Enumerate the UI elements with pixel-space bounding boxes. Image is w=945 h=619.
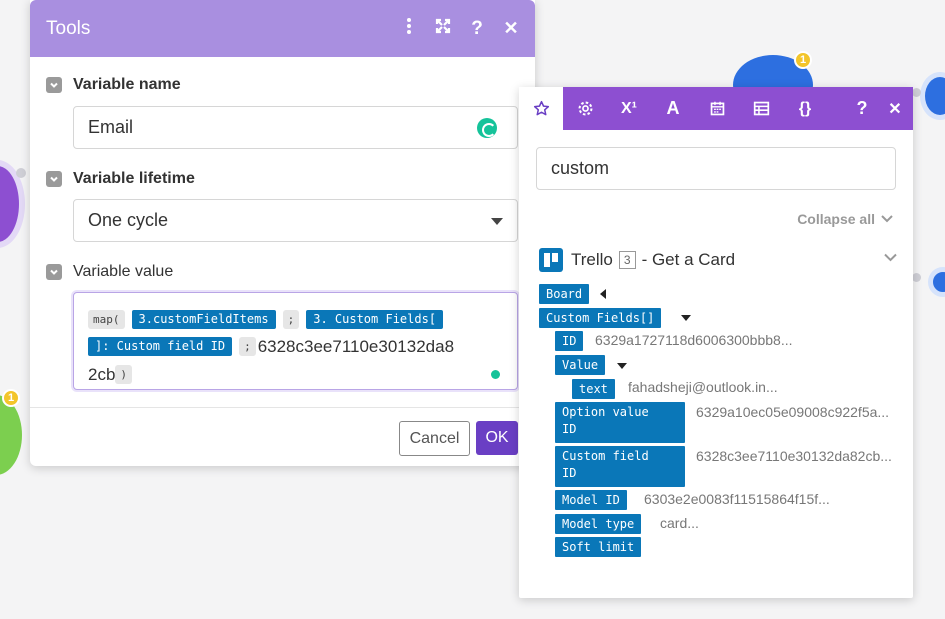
variable-name-input[interactable]: Email [73, 106, 518, 149]
item-custom-field-id[interactable]: Custom field ID [555, 446, 685, 487]
mapping-panel-tabs: X¹ A {} ? ✕ [519, 87, 913, 130]
item-custom-field-id-value: 6328c3ee7110e30132da82cb... [696, 448, 892, 464]
item-option-value-id-value: 6329a10ec05e09008c922f5a... [696, 404, 890, 420]
text-icon: A [666, 98, 680, 118]
canvas-connector-dot [912, 273, 921, 282]
tab-favorites[interactable] [519, 87, 563, 130]
caret-left-icon[interactable] [600, 289, 606, 299]
close-icon: ✕ [888, 100, 902, 118]
item-soft-limit[interactable]: Soft limit [555, 537, 642, 557]
star-icon [533, 100, 549, 116]
variable-lifetime-selected: One cycle [88, 210, 169, 230]
help-icon: ? [856, 98, 868, 118]
tools-dialog: Tools ? ✕ Variable name Email Variable l… [30, 0, 535, 466]
item-board[interactable]: Board [539, 284, 590, 304]
gear-icon [578, 101, 592, 116]
panel-help-button[interactable]: ? [847, 87, 877, 130]
ok-button[interactable]: OK [476, 421, 518, 455]
module-header-trello[interactable]: Trello 3 - Get a Card [539, 248, 897, 272]
dialog-footer-divider [30, 407, 535, 408]
variable-pill-custom-field-items[interactable]: 3.customFieldItems [131, 309, 276, 329]
caret-down-icon[interactable] [617, 363, 627, 369]
canvas-node-left-green[interactable] [0, 395, 22, 475]
variable-lifetime-select[interactable]: One cycle [73, 199, 518, 242]
item-custom-field-id-line1: Custom field [562, 449, 649, 463]
canvas-node-right[interactable] [920, 72, 945, 120]
chevron-down-icon [46, 77, 62, 93]
expand-icon[interactable] [435, 18, 451, 39]
module-number-badge: 3 [618, 251, 636, 269]
variable-value-editor[interactable]: map( 3.customFieldItems ; 3. Custom Fiel… [73, 292, 518, 390]
collapse-all-button[interactable]: Collapse all [797, 211, 893, 227]
cancel-button[interactable]: Cancel [399, 421, 470, 456]
collapse-all-label: Collapse all [797, 211, 875, 227]
calendar-icon [710, 101, 724, 116]
item-model-id-value: 6303e2e0083f11515864f15f... [644, 491, 830, 507]
canvas-connector-dot [16, 168, 26, 178]
mapping-panel: X¹ A {} ? ✕ custom Collapse all Trello 3… [519, 87, 913, 598]
table-icon [753, 101, 769, 116]
close-icon[interactable]: ✕ [503, 18, 519, 39]
item-custom-field-id-line2: ID [562, 466, 577, 480]
help-icon[interactable]: ? [469, 18, 485, 40]
item-option-value-id-line2: ID [562, 422, 577, 436]
item-value[interactable]: Value [555, 355, 606, 375]
variable-name-label: Variable name [73, 76, 181, 93]
chevron-down-icon [884, 253, 897, 262]
math-icon: X¹ [621, 99, 637, 117]
mapping-search-input[interactable]: custom [536, 147, 896, 190]
variable-value-label: Variable value [73, 263, 174, 280]
chevron-down-icon [46, 171, 62, 187]
variable-pill-custom-field-id[interactable]: ]: Custom field ID [88, 336, 233, 356]
module-name: Trello [571, 250, 613, 269]
separator-pill[interactable]: ; [239, 336, 256, 356]
canvas-node-right-small[interactable] [928, 267, 945, 297]
literal-text: 2cb [88, 364, 116, 384]
tools-dialog-header: Tools ? ✕ [30, 0, 535, 57]
tab-table[interactable] [739, 87, 783, 130]
caret-down-icon[interactable] [681, 315, 691, 321]
item-text[interactable]: text [572, 379, 615, 399]
item-model-type-value: card... [660, 515, 699, 531]
tab-settings[interactable] [563, 87, 607, 130]
more-vertical-icon[interactable] [401, 18, 417, 39]
item-text-value: fahadsheji@outlook.in... [628, 379, 778, 395]
variable-name-value: Email [88, 117, 134, 137]
grammarly-icon[interactable] [477, 118, 497, 138]
tab-json[interactable]: {} [783, 87, 827, 130]
tab-math[interactable]: X¹ [607, 87, 651, 130]
literal-text: 6328c3ee7110e30132da8 [257, 336, 455, 356]
item-model-id[interactable]: Model ID [555, 490, 627, 510]
canvas-badge-left: 1 [2, 389, 20, 407]
json-icon: {} [798, 99, 812, 117]
canvas-badge-top: 1 [794, 51, 812, 69]
separator-pill[interactable]: ; [282, 309, 300, 329]
item-option-value-id-line1: Option value [562, 405, 649, 419]
dialog-title: Tools [46, 17, 91, 39]
item-option-value-id[interactable]: Option value ID [555, 402, 685, 443]
function-pill-close[interactable]: ) [115, 364, 133, 384]
panel-close-button[interactable]: ✕ [877, 87, 913, 130]
chevron-down-icon [881, 215, 893, 223]
item-id-value: 6329a1727118d6006300bbb8... [595, 332, 793, 348]
canvas-connector-dot [912, 88, 921, 97]
module-action: - Get a Card [641, 250, 736, 269]
dropdown-caret-icon [491, 218, 503, 225]
variable-lifetime-label: Variable lifetime [73, 170, 195, 187]
trello-icon [539, 248, 563, 272]
variable-name-section-toggle[interactable]: Variable name [46, 76, 181, 94]
function-pill-map[interactable]: map( [88, 309, 125, 329]
tab-date[interactable] [695, 87, 739, 130]
item-id[interactable]: ID [555, 331, 584, 351]
variable-lifetime-section-toggle[interactable]: Variable lifetime [46, 170, 195, 188]
grammarly-status-icon [491, 370, 500, 379]
variable-value-section-toggle[interactable]: Variable value [46, 263, 173, 281]
item-model-type[interactable]: Model type [555, 514, 642, 534]
variable-pill-custom-fields[interactable]: 3. Custom Fields[ [306, 309, 444, 329]
tab-text[interactable]: A [651, 87, 695, 130]
search-value: custom [551, 158, 610, 178]
chevron-down-icon [46, 264, 62, 280]
item-custom-fields[interactable]: Custom Fields[] [539, 308, 662, 328]
